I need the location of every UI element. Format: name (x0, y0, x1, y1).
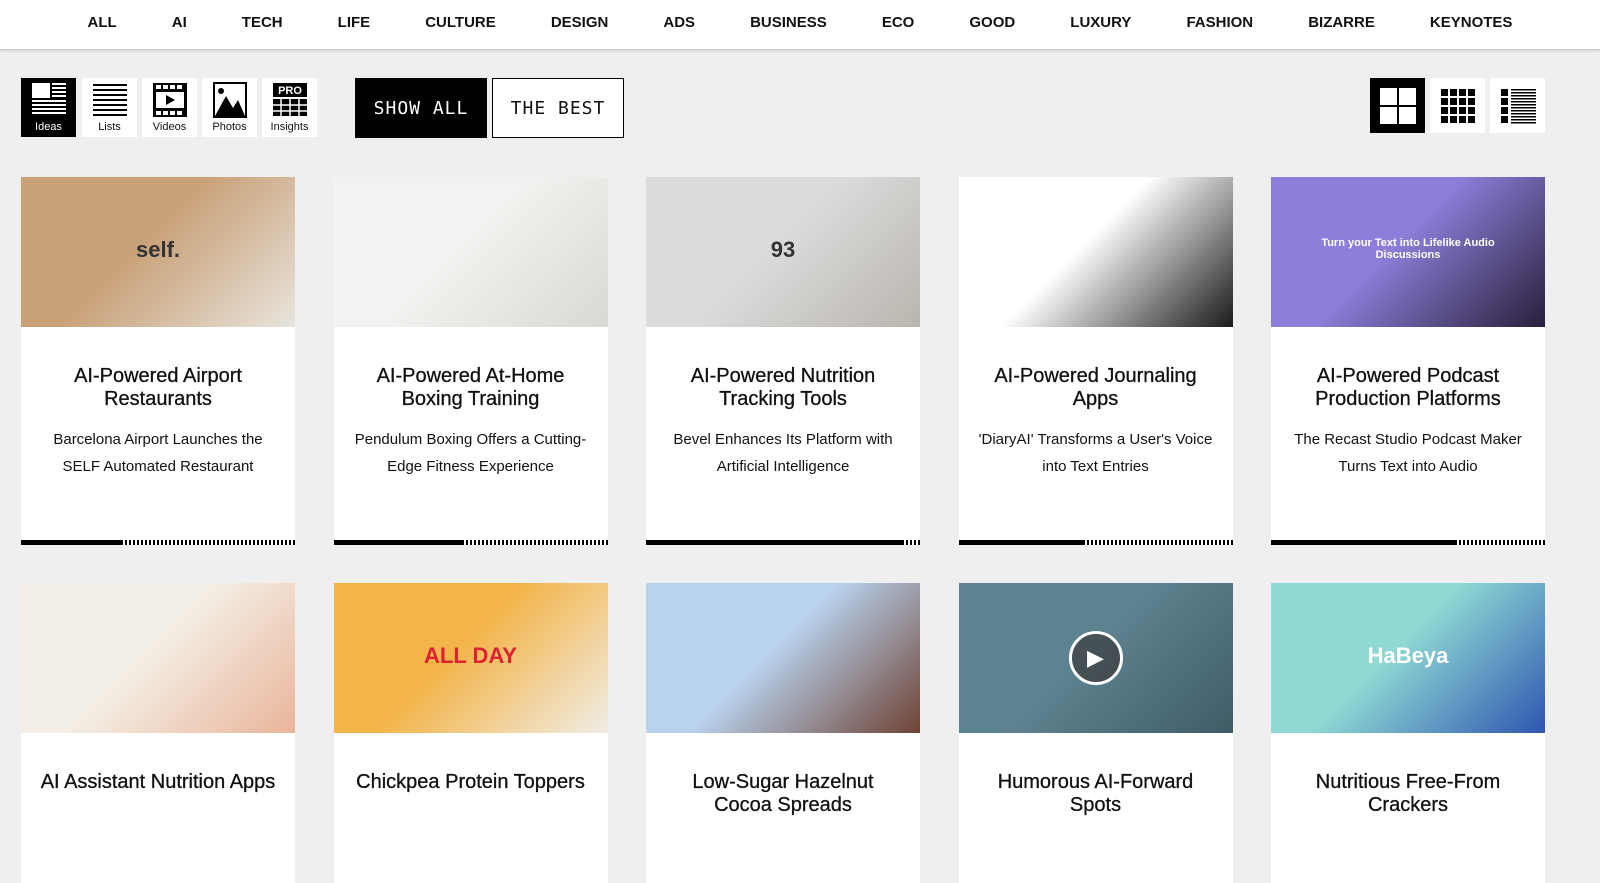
nav-life[interactable]: LIFE (338, 14, 371, 31)
article-image[interactable]: HaBeya (1271, 583, 1545, 733)
nav-ads[interactable]: ADS (663, 14, 695, 31)
type-label: Photos (212, 121, 247, 133)
nav-good[interactable]: GOOD (969, 14, 1015, 31)
lists-icon (92, 84, 127, 116)
image-text: ALL DAY (424, 643, 517, 668)
article-description: Pendulum Boxing Offers a Cutting-Edge Fi… (354, 431, 587, 475)
type-label: Lists (98, 121, 121, 133)
toolbar: Ideas Lists Videos Photos PRO Insights S… (21, 78, 1600, 138)
progress-bar (21, 540, 295, 545)
nav-bizarre[interactable]: BIZARRE (1308, 14, 1375, 31)
nav-business[interactable]: BUSINESS (750, 14, 827, 31)
article-card[interactable]: AI Assistant Nutrition Apps (21, 583, 295, 883)
article-card[interactable]: Turn your Text into Lifelike Audio Discu… (1271, 177, 1545, 545)
progress-fill (958, 540, 1085, 545)
image-text: 93 (770, 237, 796, 262)
article-title[interactable]: Chickpea Protein Toppers (352, 771, 590, 794)
image-text: Turn your Text into Lifelike Audio Discu… (1321, 237, 1495, 261)
show-all-button[interactable]: SHOW ALL (355, 78, 487, 138)
the-best-button[interactable]: THE BEST (492, 78, 624, 138)
article-image[interactable]: self. (21, 177, 295, 327)
large-grid-icon (1379, 87, 1416, 124)
article-image[interactable]: 93 (646, 177, 920, 327)
progress-bar (333, 540, 608, 545)
article-card[interactable]: ALL DAY Chickpea Protein Toppers (333, 583, 608, 883)
list-view-icon (1500, 88, 1536, 123)
type-label: Insights (270, 121, 309, 133)
small-grid-view-button[interactable] (1430, 78, 1485, 133)
article-card[interactable]: self. AI-Powered Airport Restaurants Barce… (21, 177, 295, 545)
list-view-button[interactable] (1490, 78, 1545, 133)
progress-bar (646, 540, 920, 545)
videos-icon (152, 83, 187, 117)
progress-bar (958, 540, 1233, 545)
article-card[interactable]: ▶ Humorous AI-Forward Spots (958, 583, 1233, 883)
nav-fashion[interactable]: FASHION (1186, 14, 1253, 31)
pro-insights-icon: PRO (272, 83, 307, 117)
small-grid-icon (1440, 88, 1475, 123)
article-title[interactable]: AI-Powered At-Home Boxing Training (352, 365, 590, 411)
article-title[interactable]: Humorous AI-Forward Spots (977, 771, 1215, 817)
article-description: Barcelona Airport Launches the SELF Auto… (53, 431, 263, 475)
article-card[interactable]: AI-Powered At-Home Boxing Training Pendul… (333, 177, 608, 545)
nav-luxury[interactable]: LUXURY (1070, 14, 1131, 31)
progress-fill (333, 540, 463, 545)
progress-fill (1271, 540, 1458, 545)
nav-tech[interactable]: TECH (242, 14, 283, 31)
type-insights-button[interactable]: PRO Insights (262, 78, 317, 137)
type-lists-button[interactable]: Lists (82, 78, 137, 137)
article-title[interactable]: AI-Powered Podcast Production Platforms (1289, 365, 1527, 411)
play-icon[interactable]: ▶ (1068, 631, 1123, 685)
article-image[interactable] (958, 177, 1233, 327)
article-image[interactable]: Turn your Text into Lifelike Audio Discu… (1271, 177, 1545, 327)
article-image[interactable]: ALL DAY (333, 583, 608, 733)
article-title[interactable]: AI-Powered Journaling Apps (977, 365, 1215, 411)
ideas-icon (31, 83, 66, 114)
article-card[interactable]: Low-Sugar Hazelnut Cocoa Spreads (646, 583, 920, 883)
article-card[interactable]: AI-Powered Journaling Apps 'DiaryAI' Tran… (958, 177, 1233, 545)
article-title[interactable]: AI-Powered Airport Restaurants (39, 365, 277, 411)
article-title[interactable]: AI Assistant Nutrition Apps (39, 771, 277, 794)
article-title[interactable]: Low-Sugar Hazelnut Cocoa Spreads (664, 771, 902, 817)
nav-eco[interactable]: ECO (882, 14, 915, 31)
article-description: Bevel Enhances Its Platform with Artific… (673, 431, 893, 475)
image-text: self. (135, 237, 181, 262)
progress-fill (21, 540, 123, 545)
nav-keynotes[interactable]: KEYNOTES (1430, 14, 1513, 31)
article-description: The Recast Studio Podcast Maker Turns Te… (1294, 431, 1522, 475)
nav-design[interactable]: DESIGN (551, 14, 609, 31)
type-label: Ideas (35, 121, 62, 133)
nav-culture[interactable]: CULTURE (425, 14, 496, 31)
type-label: Videos (152, 121, 187, 133)
article-image[interactable] (333, 177, 608, 327)
article-card[interactable]: HaBeya Nutritious Free-From Crackers (1271, 583, 1545, 883)
image-text: HaBeya (1367, 643, 1449, 668)
type-videos-button[interactable]: Videos (142, 78, 197, 137)
pro-badge: PRO (278, 85, 302, 97)
article-description: 'DiaryAI' Transforms a User's Voice into… (978, 431, 1213, 475)
article-title[interactable]: Nutritious Free-From Crackers (1289, 771, 1527, 817)
nav-ai[interactable]: AI (172, 14, 187, 31)
article-card[interactable]: 93 AI-Powered Nutrition Tracking Tools Bev… (646, 177, 920, 545)
type-ideas-button[interactable]: Ideas (21, 78, 76, 137)
type-photos-button[interactable]: Photos (202, 78, 257, 137)
progress-fill (646, 540, 904, 545)
article-image[interactable]: ▶ (958, 583, 1233, 733)
article-image[interactable] (646, 583, 920, 733)
photos-icon (212, 82, 247, 118)
progress-bar (1271, 540, 1545, 545)
nav-all[interactable]: ALL (88, 14, 117, 31)
large-grid-view-button[interactable] (1370, 78, 1425, 133)
article-title[interactable]: AI-Powered Nutrition Tracking Tools (664, 365, 902, 411)
top-category-nav: ALL AI TECH LIFE CULTURE DESIGN ADS BUSINESS ECO… (0, 0, 1600, 50)
article-image[interactable] (21, 583, 295, 733)
